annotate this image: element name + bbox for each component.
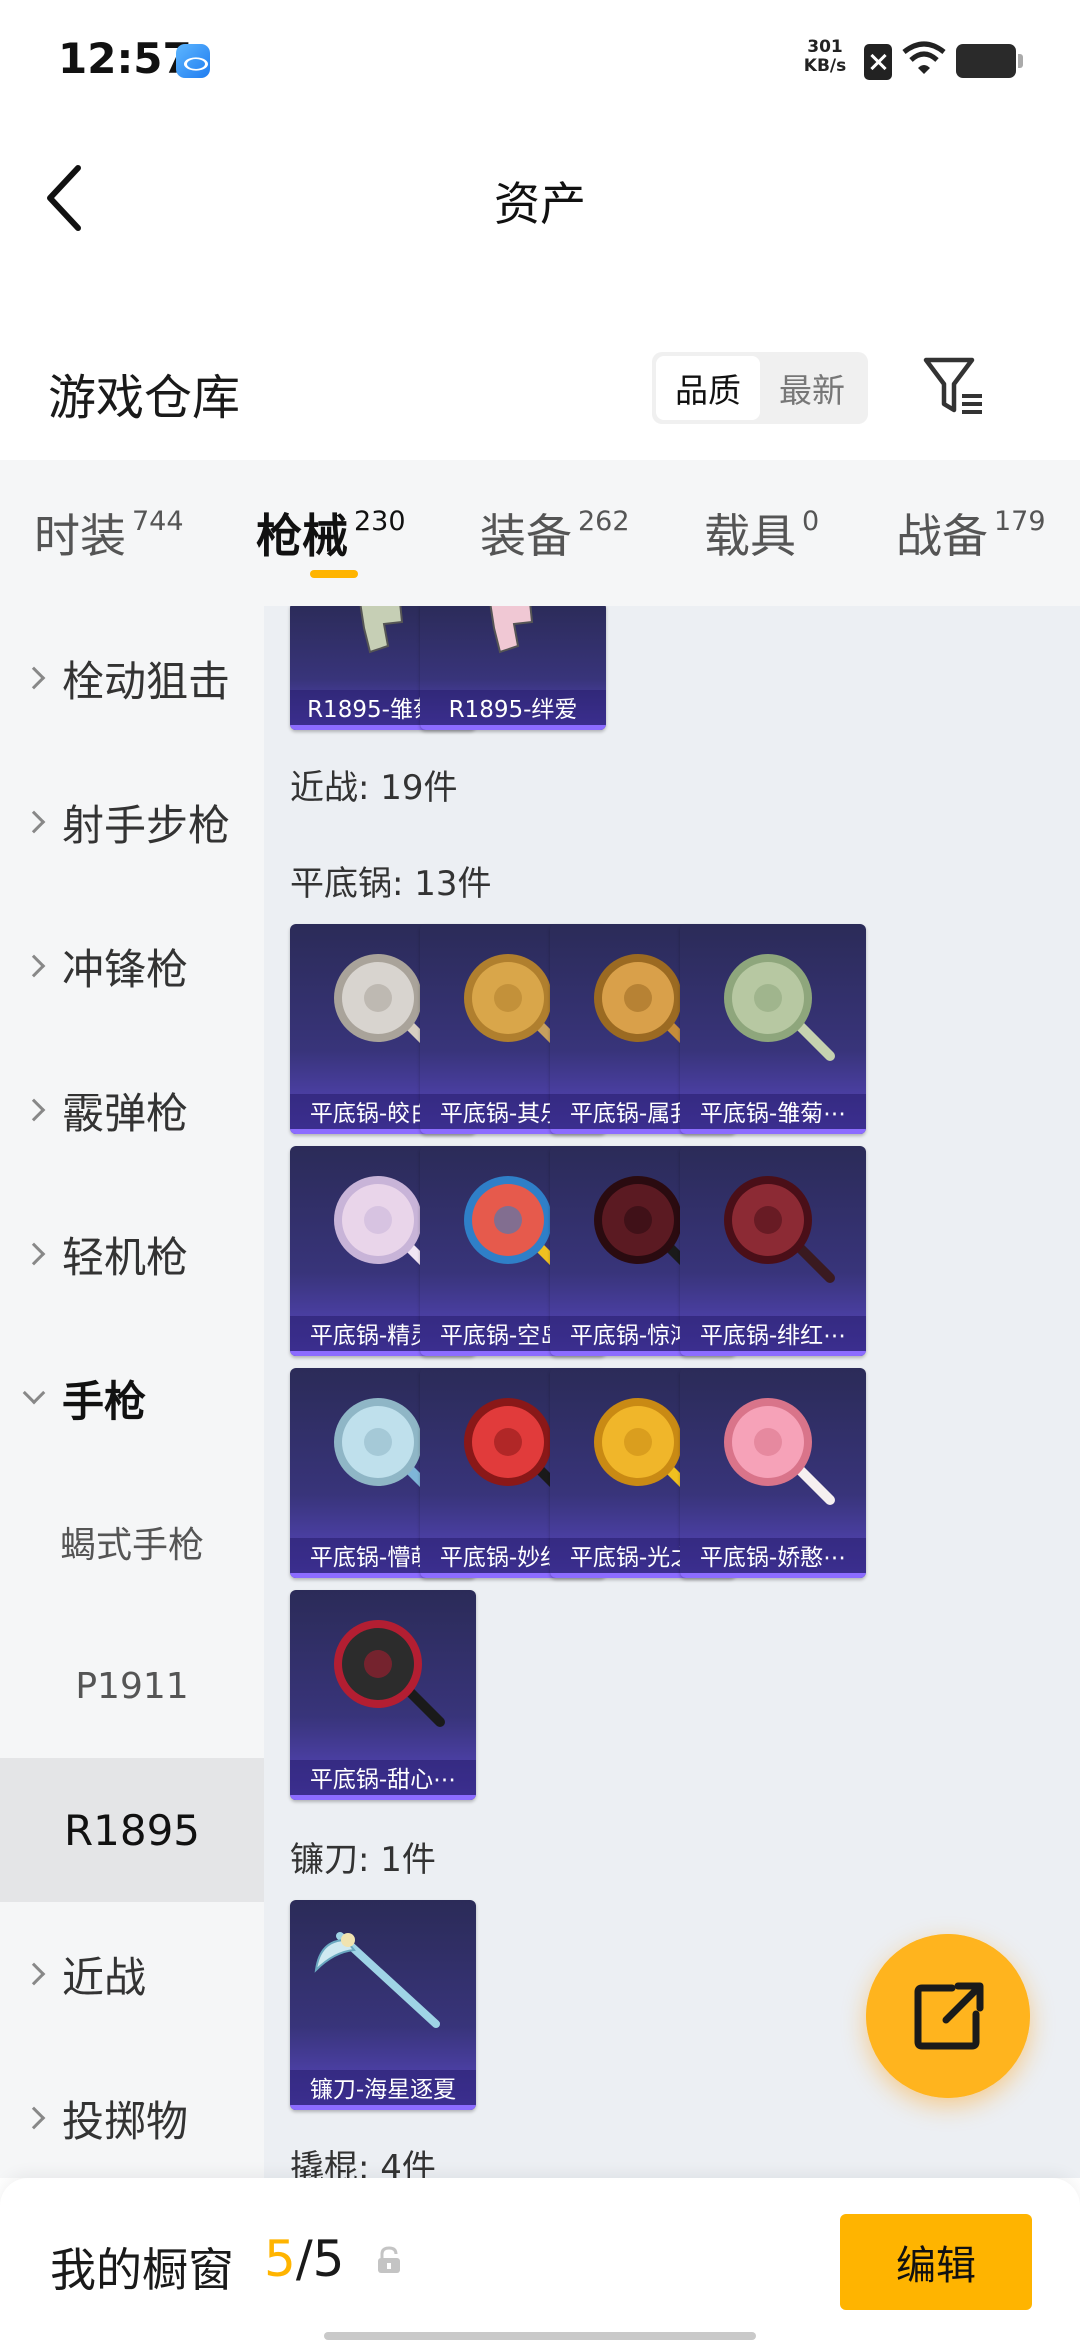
sidebar-item-label: 轻机枪 [62,1232,189,1282]
status-bar: 12:57 301 KB/s [0,0,1080,120]
showcase-label: 我的橱窗 [50,2243,234,2297]
warehouse-title: 游戏仓库 [48,370,241,426]
app-notification-icon [176,44,210,78]
network-speed-value: 301 [807,37,843,57]
item-card[interactable]: 镰刀-海星逐夏 [290,1900,476,2110]
item-card[interactable]: 平底锅-绯红⋯ [680,1146,866,1356]
sidebar-item-label: 栓动狙击 [62,656,231,706]
showcase-used: 5 [264,2230,296,2288]
sort-by-newest-button[interactable]: 最新 [760,356,864,420]
sidebar-item-label: R1895 [63,1805,201,1855]
tab-category[interactable]: 装备 262 [480,500,630,566]
sidebar-item[interactable]: 射手步枪 [0,750,264,894]
group-label-crowbar: 撬棍: 4件 [290,2148,436,2178]
tab-label: 装备 [480,509,572,563]
share-button[interactable] [866,1934,1030,2098]
tab-category[interactable]: 载具 0 [704,500,819,566]
weapon-type-sidebar: 栓动狙击射手步枪冲锋枪霰弹枪轻机枪手枪蝎式手枪 P1911 R1895 近战投掷物 [0,606,264,2178]
quality-bar [420,725,606,730]
filter-icon[interactable] [920,354,986,420]
item-card[interactable]: 平底锅-雏菊⋯ [680,924,866,1134]
item-name: 平底锅-甜心⋯ [290,1760,476,1800]
sidebar-item[interactable]: 蝎式手枪 [0,1470,264,1614]
item-name: R1895-绊爱 [420,690,606,730]
item-name: 平底锅-娇憨⋯ [680,1538,866,1578]
home-indicator[interactable] [324,2332,756,2340]
tab-count: 179 [994,506,1046,537]
tab-count: 0 [802,506,820,537]
tab-label: 战备 [896,509,988,563]
sidebar-item[interactable]: P1911 [0,1614,264,1758]
tab-count: 230 [354,506,406,537]
sort-toggle: 品质 最新 [652,352,868,424]
tab-label: 载具 [704,509,796,563]
item-card[interactable]: R1895-绊爱 [420,606,606,730]
showcase-count: 5/5 [264,2230,344,2288]
sidebar-item-label: 霰弹枪 [62,1088,189,1138]
active-tab-indicator [310,570,358,578]
sidebar-item-label: 近战 [62,1952,147,2002]
item-name: 平底锅-雏菊⋯ [680,1094,866,1134]
page-title: 资产 [494,177,586,231]
quality-bar [680,1351,866,1356]
category-tabs: 时装 744 枪械 230 装备 262 载具 0 战备 179 [0,460,1080,606]
network-speed-unit: KB/s [803,56,847,76]
tab-category[interactable]: 时装 744 [34,500,184,566]
sidebar-item[interactable]: 手枪 [0,1326,264,1470]
tab-category[interactable]: 战备 179 [896,500,1046,566]
item-image [724,954,835,1061]
tab-count: 744 [132,506,184,537]
item-card[interactable]: 平底锅-甜心⋯ [290,1590,476,1800]
battery-icon [956,44,1023,78]
sidebar-item-label: P1911 [75,1665,189,1707]
chevron-right-icon [22,1962,46,1986]
tab-category[interactable]: 枪械 230 [256,500,406,566]
showcase-bar: 我的橱窗 5/5 编辑 [0,2178,1080,2344]
chevron-right-icon [22,1098,46,1122]
sidebar-item-label: 射手步枪 [62,800,231,850]
item-card[interactable]: 平底锅-娇憨⋯ [680,1368,866,1578]
sidebar-item[interactable]: 轻机枪 [0,1182,264,1326]
status-time: 12:57 [58,34,192,83]
sidebar-item-label: 手枪 [62,1376,147,1426]
chevron-right-icon [22,1242,46,1266]
sort-by-quality-button[interactable]: 品质 [656,356,760,420]
chevron-right-icon [22,954,46,978]
sidebar-item-label: 蝎式手枪 [59,1525,204,1566]
sidebar-item[interactable]: 栓动狙击 [0,606,264,750]
item-image [314,1932,440,2028]
chevron-right-icon [22,2106,46,2130]
tab-count: 262 [578,506,630,537]
item-image [724,1398,835,1505]
group-label-sickle: 镰刀: 1件 [290,1840,436,1880]
network-speed: 301 KB/s [800,38,850,76]
no-sim-icon [864,44,892,80]
tab-label: 时装 [34,509,126,563]
edit-showcase-button[interactable]: 编辑 [840,2214,1032,2310]
quality-bar [680,1573,866,1578]
item-image [334,1620,445,1727]
item-image [724,1176,835,1283]
chevron-down-icon [22,1381,46,1405]
sidebar-item[interactable]: R1895 [0,1758,264,1902]
quality-bar [290,2105,476,2110]
showcase-total: /5 [295,2230,345,2288]
wifi-icon [902,41,946,74]
chevron-right-icon [22,666,46,690]
item-name: 平底锅-绯红⋯ [680,1316,866,1356]
sidebar-item[interactable]: 冲锋枪 [0,894,264,1038]
quality-bar [680,1129,866,1134]
group-label-melee: 近战: 19件 [290,768,458,808]
quality-bar [290,1795,476,1800]
item-name: 镰刀-海星逐夏 [290,2070,476,2110]
group-label-pan: 平底锅: 13件 [290,864,492,904]
sidebar-item[interactable]: 霰弹枪 [0,1038,264,1182]
sidebar-item[interactable]: 近战 [0,1902,264,2046]
sidebar-item-label: 冲锋枪 [62,944,189,994]
tab-label: 枪械 [256,509,348,563]
chevron-right-icon [22,810,46,834]
lock-icon[interactable] [376,2246,402,2274]
sidebar-item[interactable]: 投掷物 [0,2046,264,2178]
sidebar-item-label: 投掷物 [62,2096,189,2146]
